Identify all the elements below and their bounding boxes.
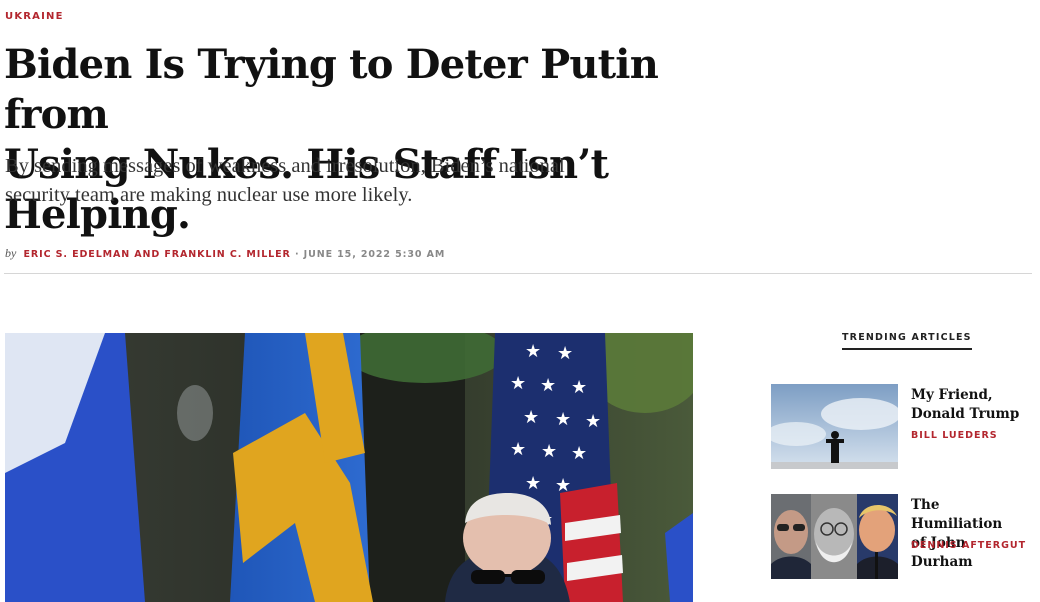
svg-text:★: ★ bbox=[555, 475, 571, 496]
trending-article-thumbnail[interactable] bbox=[771, 494, 898, 579]
section-kicker-link[interactable]: UKRAINE bbox=[5, 11, 64, 22]
headline-line-1: Biden Is Trying to Deter Putin from bbox=[4, 41, 659, 138]
dek-line-2: security team are making nuclear use mor… bbox=[5, 184, 413, 206]
svg-text:★: ★ bbox=[541, 441, 557, 462]
svg-text:★: ★ bbox=[571, 443, 587, 464]
svg-text:★: ★ bbox=[585, 411, 601, 432]
article-dek: By sending messages of weakness and irre… bbox=[5, 152, 665, 210]
byline-by: by bbox=[5, 246, 17, 260]
trending-thumb-three-faces bbox=[771, 494, 898, 579]
trending-article-author-link[interactable]: BILL LUEDERS bbox=[911, 430, 998, 441]
svg-text:★: ★ bbox=[540, 375, 556, 396]
trending-article-thumbnail[interactable] bbox=[771, 384, 898, 469]
trending-title-line-2: Donald Trump bbox=[911, 406, 1020, 422]
svg-text:★: ★ bbox=[555, 409, 571, 430]
trending-article-card[interactable]: The Humiliation of John Durham DENNIS AF… bbox=[771, 494, 1027, 580]
hero-image: ★★ ★★★ ★★★ ★★★ ★★ ★★ bbox=[5, 333, 693, 602]
trending-article-title-link[interactable]: My Friend, Donald Trump bbox=[911, 386, 1029, 424]
dek-line-1: By sending messages of weakness and irre… bbox=[5, 155, 565, 177]
svg-text:★: ★ bbox=[523, 407, 539, 428]
trending-articles-heading: TRENDING ARTICLES bbox=[842, 332, 972, 350]
svg-text:★: ★ bbox=[571, 377, 587, 398]
byline-separator: · bbox=[294, 249, 300, 260]
trending-article-card[interactable]: My Friend, Donald Trump BILL LUEDERS bbox=[771, 384, 1027, 470]
trending-article-title-link[interactable]: The Humiliation of John Durham bbox=[911, 496, 1029, 572]
byline-authors-link[interactable]: ERIC S. EDELMAN AND FRANKLIN C. MILLER bbox=[24, 249, 291, 260]
svg-text:★: ★ bbox=[525, 341, 541, 362]
trending-thumb-sky-figure bbox=[771, 384, 898, 469]
svg-text:★: ★ bbox=[557, 343, 573, 364]
header-divider bbox=[4, 273, 1032, 274]
byline-date: JUNE 15, 2022 5:30 AM bbox=[303, 249, 446, 260]
article-headline: Biden Is Trying to Deter Putin from Usin… bbox=[4, 40, 764, 240]
hero-photo-flags-podium: ★★ ★★★ ★★★ ★★★ ★★ ★★ bbox=[5, 333, 693, 602]
trending-title-line-1: My Friend, bbox=[911, 387, 993, 403]
byline: by ERIC S. EDELMAN AND FRANKLIN C. MILLE… bbox=[5, 246, 445, 261]
svg-text:★: ★ bbox=[510, 373, 526, 394]
trending-article-author-link[interactable]: DENNIS AFTERGUT bbox=[911, 540, 1026, 551]
svg-text:★: ★ bbox=[525, 473, 541, 494]
trending-title-line-1: The Humiliation bbox=[911, 497, 1003, 532]
svg-text:★: ★ bbox=[510, 439, 526, 460]
